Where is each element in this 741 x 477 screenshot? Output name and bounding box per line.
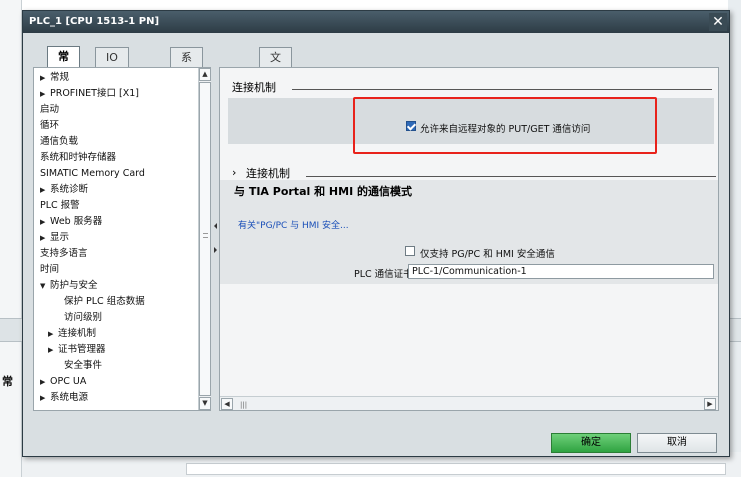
- nav-item-label: 系统诊断: [50, 184, 89, 195]
- collapsed-arrow-icon[interactable]: ▶: [48, 327, 58, 342]
- nav-item[interactable]: ▶ 证书管理器: [48, 342, 106, 357]
- nav-item-label: 系统和时钟存储器: [40, 152, 117, 163]
- nav-item[interactable]: 通信负载: [40, 134, 78, 149]
- nav-item-label: SIMATIC Memory Card: [40, 168, 145, 179]
- navigation-tree: ▶ 常规 ▶ PROFINET接口 [X1] 启动 循环 通信负载 系统和时钟存储器 SIMAT…: [33, 67, 211, 411]
- grip-icon: [203, 233, 208, 238]
- expanded-arrow-icon[interactable]: ▼: [40, 279, 50, 294]
- pane-splitter[interactable]: [212, 67, 219, 411]
- nav-scroll-thumb[interactable]: [199, 82, 211, 396]
- scroll-down-icon[interactable]: ▼: [199, 397, 211, 410]
- nav-item[interactable]: ▼ 防护与安全: [40, 278, 98, 293]
- collapsed-arrow-icon[interactable]: ▶: [40, 183, 50, 198]
- nav-item[interactable]: ▶ OPC UA: [40, 374, 86, 389]
- tab-texts[interactable]: 文本: [259, 47, 292, 83]
- close-icon: ✕: [712, 14, 724, 30]
- nav-vertical-scrollbar[interactable]: ▲ ▼: [198, 68, 211, 410]
- nav-item[interactable]: ▶ 常规: [40, 70, 69, 85]
- collapsed-arrow-icon[interactable]: ▶: [40, 215, 50, 230]
- nav-item[interactable]: ▶ 系统电源: [40, 390, 88, 405]
- collapsed-arrow-icon[interactable]: ▶: [40, 231, 50, 246]
- nav-item[interactable]: 保护 PLC 组态数据: [64, 294, 145, 309]
- tab-general[interactable]: 常规: [47, 46, 80, 82]
- collapsed-arrow-icon[interactable]: ▶: [40, 391, 50, 406]
- nav-item-label: 保护 PLC 组态数据: [64, 296, 145, 307]
- section-title-connection: 连接机制: [232, 81, 276, 94]
- nav-item-label: 支持多语言: [40, 248, 88, 259]
- red-highlight-box: [353, 97, 657, 154]
- h-grip-icon[interactable]: |||: [240, 401, 247, 409]
- nav-item-label: 时间: [40, 264, 60, 275]
- dialog-titlebar[interactable]: PLC_1 [CPU 1513-1 PN] ✕: [23, 11, 729, 33]
- collapsed-arrow-icon[interactable]: ▶: [40, 375, 50, 390]
- section-expand-icon[interactable]: ›: [232, 166, 236, 179]
- background-strip: [0, 318, 22, 342]
- background-label: 常: [2, 375, 13, 388]
- nav-item[interactable]: 启动: [40, 102, 59, 117]
- nav-item[interactable]: 安全事件: [64, 358, 102, 373]
- nav-item[interactable]: 循环: [40, 118, 59, 133]
- dialog-title: PLC_1 [CPU 1513-1 PN]: [29, 16, 160, 27]
- nav-item-label: 常规: [50, 72, 70, 83]
- nav-item[interactable]: 系统和时钟存储器: [40, 150, 116, 165]
- close-button[interactable]: ✕: [709, 13, 727, 31]
- navigation-list: ▶ 常规 ▶ PROFINET接口 [X1] 启动 循环 通信负载 系统和时钟存储器 SIMAT…: [34, 68, 198, 410]
- content-horizontal-scrollbar[interactable]: ◀ ||| ▶: [220, 396, 718, 410]
- nav-item[interactable]: PLC 报警: [40, 198, 80, 213]
- nav-item[interactable]: ▶ PROFINET接口 [X1]: [40, 86, 139, 101]
- background-left-panel: [0, 0, 22, 477]
- properties-content: 连接机制 允许来自远程对象的 PUT/GET 通信访问 › 连接机制 与 TIA…: [219, 67, 719, 411]
- scroll-left-icon[interactable]: ◀: [221, 398, 233, 410]
- nav-item[interactable]: ▶ 连接机制: [48, 326, 96, 341]
- nav-item-label: 循环: [40, 120, 60, 131]
- properties-dialog: PLC_1 [CPU 1513-1 PN] ✕ 常规 IO 变量 系统常数 文本…: [22, 10, 730, 457]
- nav-item[interactable]: 访问级别: [64, 310, 102, 325]
- collapsed-arrow-icon[interactable]: ▶: [48, 343, 58, 358]
- nav-item[interactable]: SIMATIC Memory Card: [40, 166, 145, 181]
- nav-item-label: PROFINET接口 [X1]: [50, 88, 139, 99]
- nav-item-label: Web 服务器: [50, 216, 103, 227]
- security-info-link[interactable]: 有关"PG/PC 与 HMI 安全...: [238, 218, 349, 231]
- nav-item-label: 防护与安全: [50, 280, 98, 291]
- nav-item[interactable]: ▶ 系统诊断: [40, 182, 88, 197]
- section-divider-2: [306, 176, 716, 177]
- nav-item[interactable]: 支持多语言: [40, 246, 88, 261]
- nav-item[interactable]: ▶ 显示: [40, 230, 69, 245]
- nav-item-label: PLC 报警: [40, 200, 80, 211]
- collapsed-arrow-icon[interactable]: ▶: [40, 71, 50, 86]
- ok-button[interactable]: 确定: [551, 433, 631, 453]
- tab-system-constants[interactable]: 系统常数: [170, 47, 203, 121]
- nav-item-label: 安全事件: [64, 360, 103, 371]
- cert-field[interactable]: PLC-1/Communication-1: [408, 264, 714, 279]
- nav-item-label: 证书管理器: [58, 344, 106, 355]
- background-bottom-field: [186, 463, 726, 475]
- dialog-footer: 确定 取消: [33, 423, 719, 453]
- secure-only-checkbox[interactable]: [405, 246, 415, 256]
- cancel-button[interactable]: 取消: [637, 433, 717, 453]
- section-title-connection-2: 连接机制: [246, 167, 290, 180]
- nav-item-label: 连接机制: [58, 328, 97, 339]
- nav-item[interactable]: ▶ Web 服务器: [40, 214, 102, 229]
- section-title-comm-mode: 与 TIA Portal 和 HMI 的通信模式: [234, 185, 412, 198]
- collapse-left-icon[interactable]: [214, 223, 217, 229]
- scroll-up-icon[interactable]: ▲: [199, 68, 211, 81]
- nav-item-label: 访问级别: [64, 312, 103, 323]
- secure-only-checkbox-label: 仅支持 PG/PC 和 HMI 安全通信: [420, 249, 555, 260]
- nav-item-label: 显示: [50, 232, 70, 243]
- section-divider: [292, 89, 712, 90]
- nav-item-label: OPC UA: [50, 376, 87, 387]
- nav-item-label: 系统电源: [50, 392, 89, 403]
- scroll-right-icon[interactable]: ▶: [704, 398, 716, 410]
- collapsed-arrow-icon[interactable]: ▶: [40, 87, 50, 102]
- nav-item-label: 通信负载: [40, 136, 79, 147]
- tab-io-tags[interactable]: IO 变量: [95, 47, 129, 102]
- collapse-right-icon[interactable]: [214, 247, 217, 253]
- nav-item-label: 启动: [40, 104, 60, 115]
- nav-item[interactable]: 时间: [40, 262, 59, 277]
